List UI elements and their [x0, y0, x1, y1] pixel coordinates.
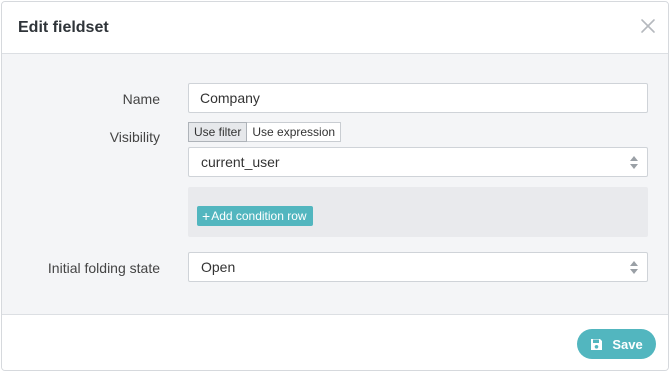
dialog-header: Edit fieldset [2, 2, 668, 54]
use-filter-button[interactable]: Use filter [188, 122, 248, 142]
folding-state-value: Open [201, 259, 236, 275]
dialog-title: Edit fieldset [18, 19, 109, 36]
visibility-field-select[interactable]: current_user [188, 147, 648, 177]
updown-arrows-icon [630, 261, 638, 274]
visibility-label: Visibility [109, 129, 160, 145]
edit-fieldset-dialog: Edit fieldset Name Visibility Use filter… [1, 1, 669, 371]
folding-state-select[interactable]: Open [188, 252, 648, 282]
name-label: Name [122, 91, 160, 107]
save-button[interactable]: Save [577, 329, 656, 359]
add-condition-row-label: Add condition row [211, 209, 307, 223]
visibility-mode-toggle: Use filter Use expression [188, 122, 342, 142]
visibility-field-value: current_user [201, 154, 280, 170]
close-icon [641, 19, 655, 33]
save-label: Save [612, 336, 643, 352]
name-input[interactable] [188, 83, 648, 113]
add-condition-row-button[interactable]: + Add condition row [197, 206, 313, 226]
condition-rows-area: + Add condition row [188, 187, 648, 237]
dialog-footer: Save [2, 314, 668, 370]
plus-icon: + [202, 208, 211, 224]
updown-arrows-icon [630, 156, 638, 169]
floppy-disk-icon [591, 338, 603, 350]
use-expression-button[interactable]: Use expression [247, 122, 342, 142]
close-button[interactable] [640, 18, 656, 34]
folding-state-label: Initial folding state [47, 260, 160, 276]
